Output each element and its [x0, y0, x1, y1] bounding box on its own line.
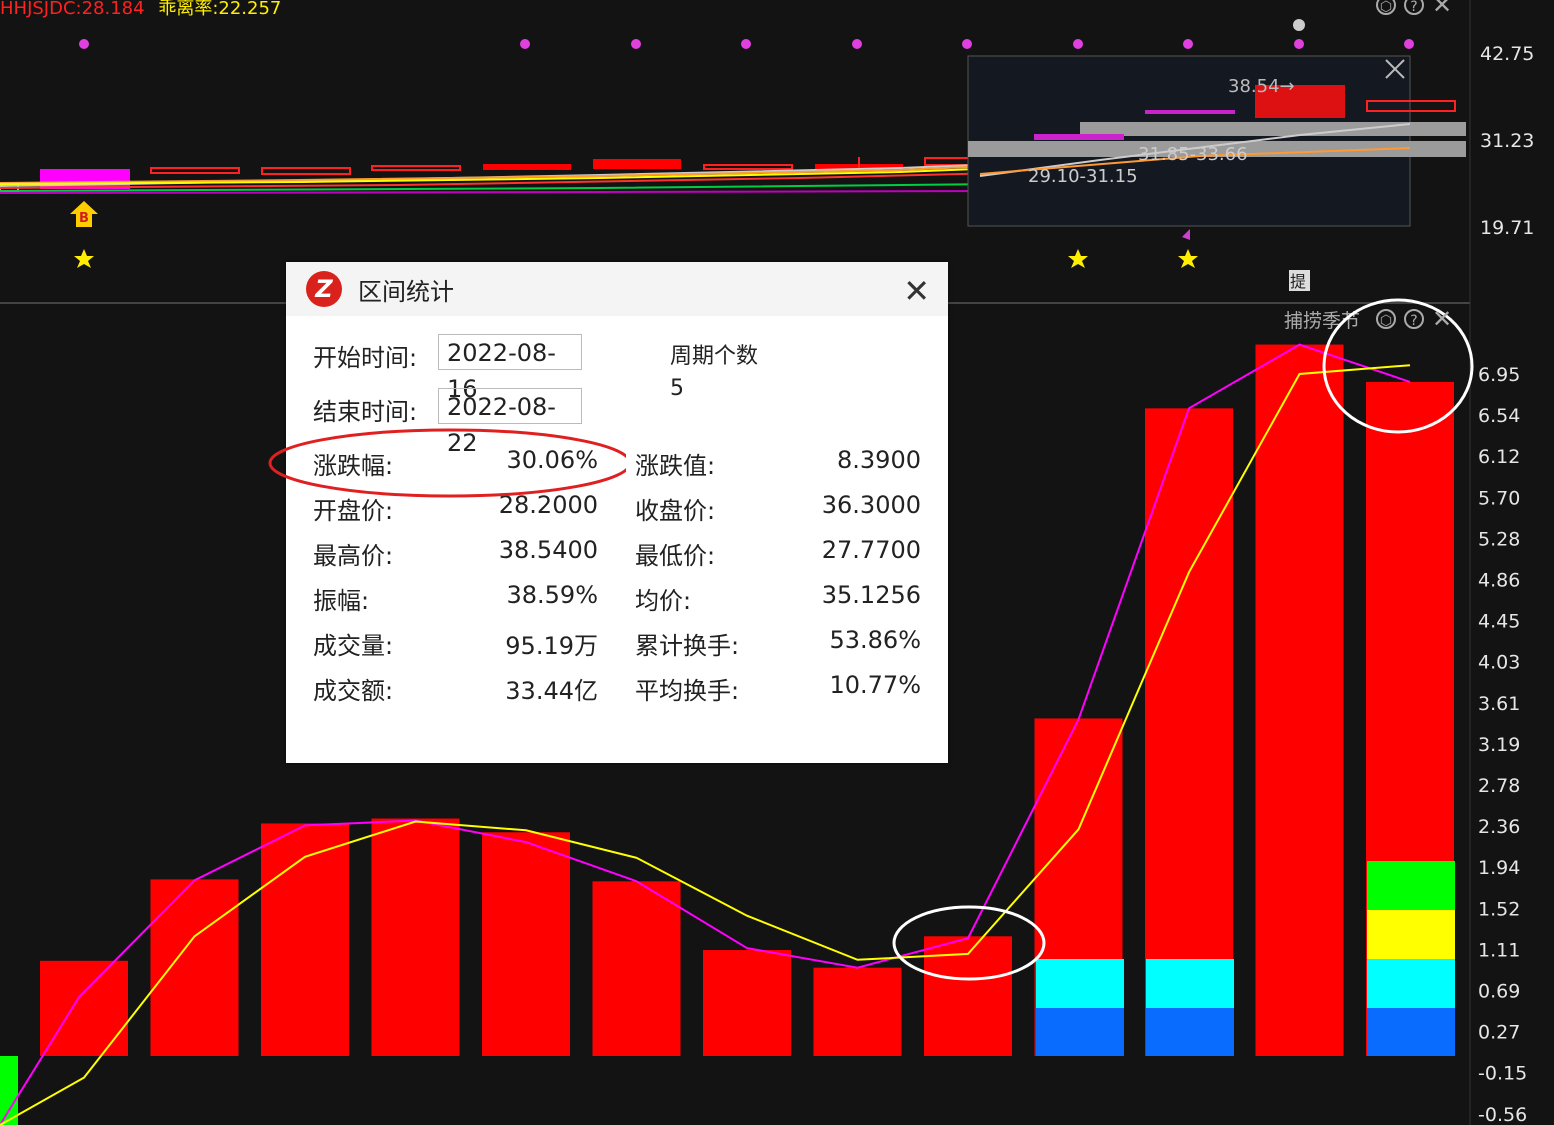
indicator-bar	[482, 832, 570, 1056]
zoom-high-label: 38.54→	[1228, 76, 1295, 97]
indicator-axis-label: 4.45	[1478, 611, 1520, 633]
indicator-axis-label: 6.95	[1478, 364, 1520, 386]
dialog-title: 区间统计	[358, 277, 454, 306]
stat-value: 38.5400	[498, 536, 598, 564]
stat-label: 最高价:	[313, 542, 394, 570]
indicator-axis-label: 5.28	[1478, 528, 1520, 550]
indicator-bar	[261, 823, 349, 1056]
hint-marker-label: 提	[1290, 272, 1306, 291]
end-time-field[interactable]: 2022-08-22	[438, 388, 582, 457]
indicator-value-1: HHJSJDC:28.184	[0, 0, 145, 19]
price-axis-label: 19.71	[1480, 217, 1534, 239]
indicator-bar	[813, 967, 902, 1056]
zoom-inset[interactable]: 38.54→ 31.85-33.66 29.10-31.15	[967, 55, 1466, 227]
indicator-bar	[371, 818, 460, 1056]
price-axis-label: 31.23	[1480, 130, 1534, 152]
stat-value: 27.7700	[821, 536, 921, 564]
negative-bar	[0, 1056, 18, 1125]
stat-value: 53.86%	[829, 626, 921, 654]
settings-icon[interactable]: ⬡	[1376, 309, 1396, 329]
settings-icon[interactable]: ⬡	[1376, 0, 1396, 15]
stat-label: 均价:	[635, 587, 692, 615]
stat-value: 33.44亿	[505, 677, 598, 705]
indicator-value-2: 乖离率:22.257	[158, 0, 282, 19]
indicator-bar	[1255, 344, 1344, 1056]
indicator-axis-label: 2.36	[1478, 816, 1520, 838]
indicator-axis-label: 5.70	[1478, 487, 1520, 509]
indicator-axis-label: 1.94	[1478, 857, 1520, 879]
close-icon[interactable]: ✕	[1432, 0, 1452, 17]
indicator-pane-controls: ⬡ ? ✕	[1376, 307, 1452, 331]
zoom-range-label: 31.85-33.66	[1138, 144, 1248, 165]
help-icon[interactable]: ?	[1404, 309, 1424, 329]
stat-value: 8.3900	[837, 446, 921, 474]
indicator-axis-label: 1.52	[1478, 898, 1520, 920]
stat-value: 35.1256	[821, 581, 921, 609]
indicator-bar	[40, 960, 128, 1056]
dialog-titlebar[interactable]: Z 区间统计 ✕	[286, 262, 948, 316]
sun-icon	[1293, 19, 1305, 31]
help-icon[interactable]: ?	[1404, 0, 1424, 15]
stat-label: 成交额:	[313, 677, 394, 705]
indicator-axis-label: 2.78	[1478, 775, 1520, 797]
stat-label: 涨跌值:	[635, 452, 716, 480]
buy-marker-label: B	[79, 211, 89, 226]
indicator-bar	[150, 879, 239, 1056]
indicator-title: 捕捞季节	[1284, 310, 1360, 332]
stat-label: 收盘价:	[635, 497, 716, 525]
indicator-axis-label: 4.03	[1478, 652, 1520, 674]
top-pane-controls: ⬡ ? ✕	[1376, 0, 1452, 17]
stat-label: 最低价:	[635, 542, 716, 570]
indicator-bar	[592, 881, 681, 1056]
indicator-axis-label: 6.54	[1478, 405, 1520, 427]
stat-value: 38.59%	[506, 581, 598, 609]
indicator-bar	[1145, 408, 1233, 1056]
indicator-axis-label: 4.86	[1478, 570, 1520, 592]
highlight-ellipse	[268, 428, 626, 498]
signal-dots	[79, 39, 1414, 49]
period-count-value: 5	[670, 376, 684, 401]
flag-icon	[1182, 229, 1190, 240]
app-logo-icon: Z	[306, 271, 342, 307]
indicator-axis: 6.95 6.54 6.12 5.70 5.28 4.86 4.45 4.03 3.61 3.19…	[1478, 364, 1527, 1125]
price-axis-label: 42.75	[1480, 43, 1534, 65]
stat-label: 成交量:	[313, 632, 394, 660]
stat-label: 累计换手:	[635, 632, 740, 660]
indicator-header: HHJSJDC:28.184 乖离率:22.257	[0, 0, 289, 20]
indicator-axis-label: -0.15	[1478, 1063, 1527, 1085]
period-count-label: 周期个数	[670, 344, 759, 369]
indicator-axis-label: 0.27	[1478, 1022, 1520, 1044]
close-icon[interactable]: ✕	[903, 272, 930, 310]
close-icon[interactable]: ✕	[1432, 307, 1452, 331]
start-time-field[interactable]: 2022-08-16	[438, 334, 582, 403]
stat-value: 10.77%	[829, 671, 921, 699]
indicator-axis-label: -0.56	[1478, 1104, 1527, 1125]
end-time-label: 结束时间:	[313, 398, 418, 426]
indicator-axis-label: 3.61	[1478, 693, 1520, 715]
buy-marker: B	[70, 201, 98, 227]
indicator-bar	[703, 950, 791, 1056]
stat-label: 平均换手:	[635, 677, 740, 705]
indicator-axis-label: 1.11	[1478, 939, 1520, 961]
interval-stats-dialog: Z 区间统计 ✕ 开始时间: 2022-08-16 结束时间: 2022-08-…	[268, 262, 948, 763]
indicator-axis-label: 3.19	[1478, 734, 1520, 756]
stat-label: 振幅:	[313, 587, 370, 615]
stat-value: 36.3000	[821, 491, 921, 519]
indicator-axis-label: 6.12	[1478, 446, 1520, 468]
indicator-axis-label: 0.69	[1478, 981, 1520, 1003]
zoom-range-label: 29.10-31.15	[1028, 166, 1138, 187]
start-time-label: 开始时间:	[313, 344, 418, 372]
stat-value: 95.19万	[505, 632, 598, 660]
